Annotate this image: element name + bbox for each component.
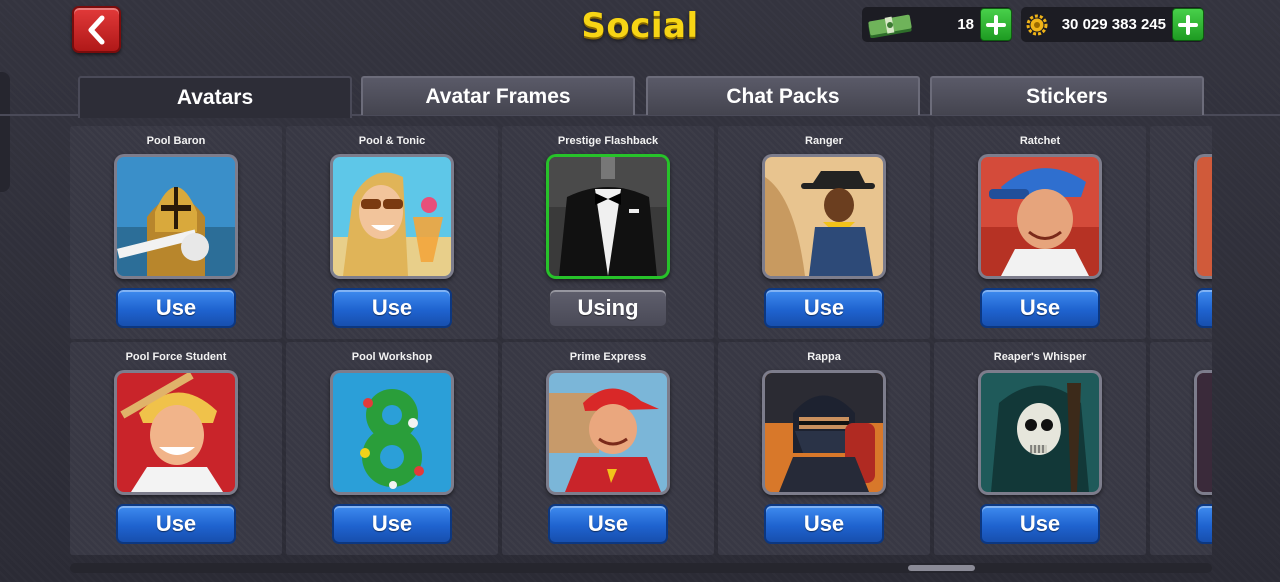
add-cash-button[interactable]	[980, 8, 1012, 41]
add-coins-button[interactable]	[1172, 8, 1204, 41]
tab-avatar-frames[interactable]: Avatar Frames	[361, 76, 635, 115]
reaper-avatar-art	[981, 373, 1099, 492]
avatar-image[interactable]	[762, 370, 886, 495]
use-button[interactable]: Use	[332, 504, 452, 544]
avatar-card-pool-workshop: Pool Workshop Use	[286, 342, 498, 555]
avatar-card-partial	[1150, 126, 1212, 339]
avatar-card-pool-baron: Pool Baron Use	[70, 126, 282, 339]
scrollbar-thumb[interactable]	[908, 565, 975, 571]
avatar-name: Ranger	[805, 135, 843, 147]
avatar-card-prestige-flashback: Prestige Flashback Using	[502, 126, 714, 339]
avatar-image[interactable]	[330, 154, 454, 279]
cash-amount: 18	[957, 16, 974, 33]
avatar-image[interactable]	[1194, 154, 1212, 279]
student-avatar-art	[117, 373, 235, 492]
chevron-left-icon	[88, 15, 104, 44]
avatar-grid[interactable]: Pool Baron Use Pool & Tonic Use Prestige…	[70, 126, 1212, 556]
partial-avatar-art	[1197, 157, 1212, 276]
avatar-name: Prestige Flashback	[557, 135, 659, 147]
cash-balance: 18	[862, 7, 1012, 42]
plus-icon	[1178, 14, 1198, 35]
coin-balance: 30 029 383 245	[1021, 7, 1204, 42]
ratchet-avatar-art	[981, 157, 1099, 276]
avatar-card-prime-express: Prime Express Use	[502, 342, 714, 555]
tab-avatars[interactable]: Avatars	[78, 76, 352, 118]
avatar-card-ranger: Ranger Use	[718, 126, 930, 339]
use-button[interactable]: Use	[980, 504, 1100, 544]
avatar-image[interactable]	[330, 370, 454, 495]
tab-chat-packs[interactable]: Chat Packs	[646, 76, 920, 115]
use-button[interactable]: Use	[332, 288, 452, 328]
avatar-image[interactable]	[762, 154, 886, 279]
use-button[interactable]: Use	[980, 288, 1100, 328]
use-button[interactable]	[1196, 288, 1212, 328]
side-drawer-handle[interactable]	[0, 72, 10, 192]
avatar-image[interactable]	[546, 370, 670, 495]
using-button: Using	[548, 288, 668, 328]
avatar-image[interactable]	[1194, 370, 1212, 495]
use-button[interactable]: Use	[116, 288, 236, 328]
knight-avatar-art	[117, 157, 235, 276]
avatar-name: Pool Workshop	[351, 351, 433, 363]
avatar-image[interactable]	[978, 370, 1102, 495]
tonic-avatar-art	[333, 157, 451, 276]
horizontal-scrollbar[interactable]	[70, 563, 1212, 573]
avatar-card-partial	[1150, 342, 1212, 555]
workshop-avatar-art	[333, 373, 451, 492]
use-button[interactable]: Use	[548, 504, 668, 544]
avatar-card-pool-and-tonic: Pool & Tonic Use	[286, 126, 498, 339]
avatar-name: Pool & Tonic	[358, 135, 426, 147]
use-button[interactable]: Use	[764, 504, 884, 544]
coins-amount: 30 029 383 245	[1061, 16, 1166, 33]
tuxedo-avatar-art	[549, 157, 667, 276]
avatar-name: Pool Baron	[146, 135, 206, 147]
avatar-image-selected[interactable]	[546, 154, 670, 279]
avatar-name: Prime Express	[569, 351, 647, 363]
avatar-card-pool-force-student: Pool Force Student Use	[70, 342, 282, 555]
page-title: Social	[581, 6, 699, 46]
avatar-card-rappa: Rappa Use	[718, 342, 930, 555]
back-button[interactable]	[72, 6, 121, 53]
ranger-avatar-art	[765, 157, 883, 276]
rappa-avatar-art	[765, 373, 883, 492]
avatar-image[interactable]	[114, 154, 238, 279]
avatar-name: Ratchet	[1019, 135, 1061, 147]
use-button[interactable]: Use	[764, 288, 884, 328]
avatar-image[interactable]	[114, 370, 238, 495]
avatar-name: Reaper's Whisper	[993, 351, 1087, 363]
plus-icon	[986, 14, 1006, 35]
tab-stickers[interactable]: Stickers	[930, 76, 1204, 115]
avatar-name: Rappa	[807, 351, 841, 363]
coin-gear-icon	[1026, 14, 1048, 35]
use-button[interactable]	[1196, 504, 1212, 544]
avatar-image[interactable]	[978, 154, 1102, 279]
use-button[interactable]: Use	[116, 504, 236, 544]
avatar-card-reapers-whisper: Reaper's Whisper Use	[934, 342, 1146, 555]
partial-avatar-art	[1197, 373, 1212, 492]
avatar-card-ratchet: Ratchet Use	[934, 126, 1146, 339]
avatar-name: Pool Force Student	[125, 351, 227, 363]
cash-stack-icon	[868, 14, 912, 38]
express-avatar-art	[549, 373, 667, 492]
